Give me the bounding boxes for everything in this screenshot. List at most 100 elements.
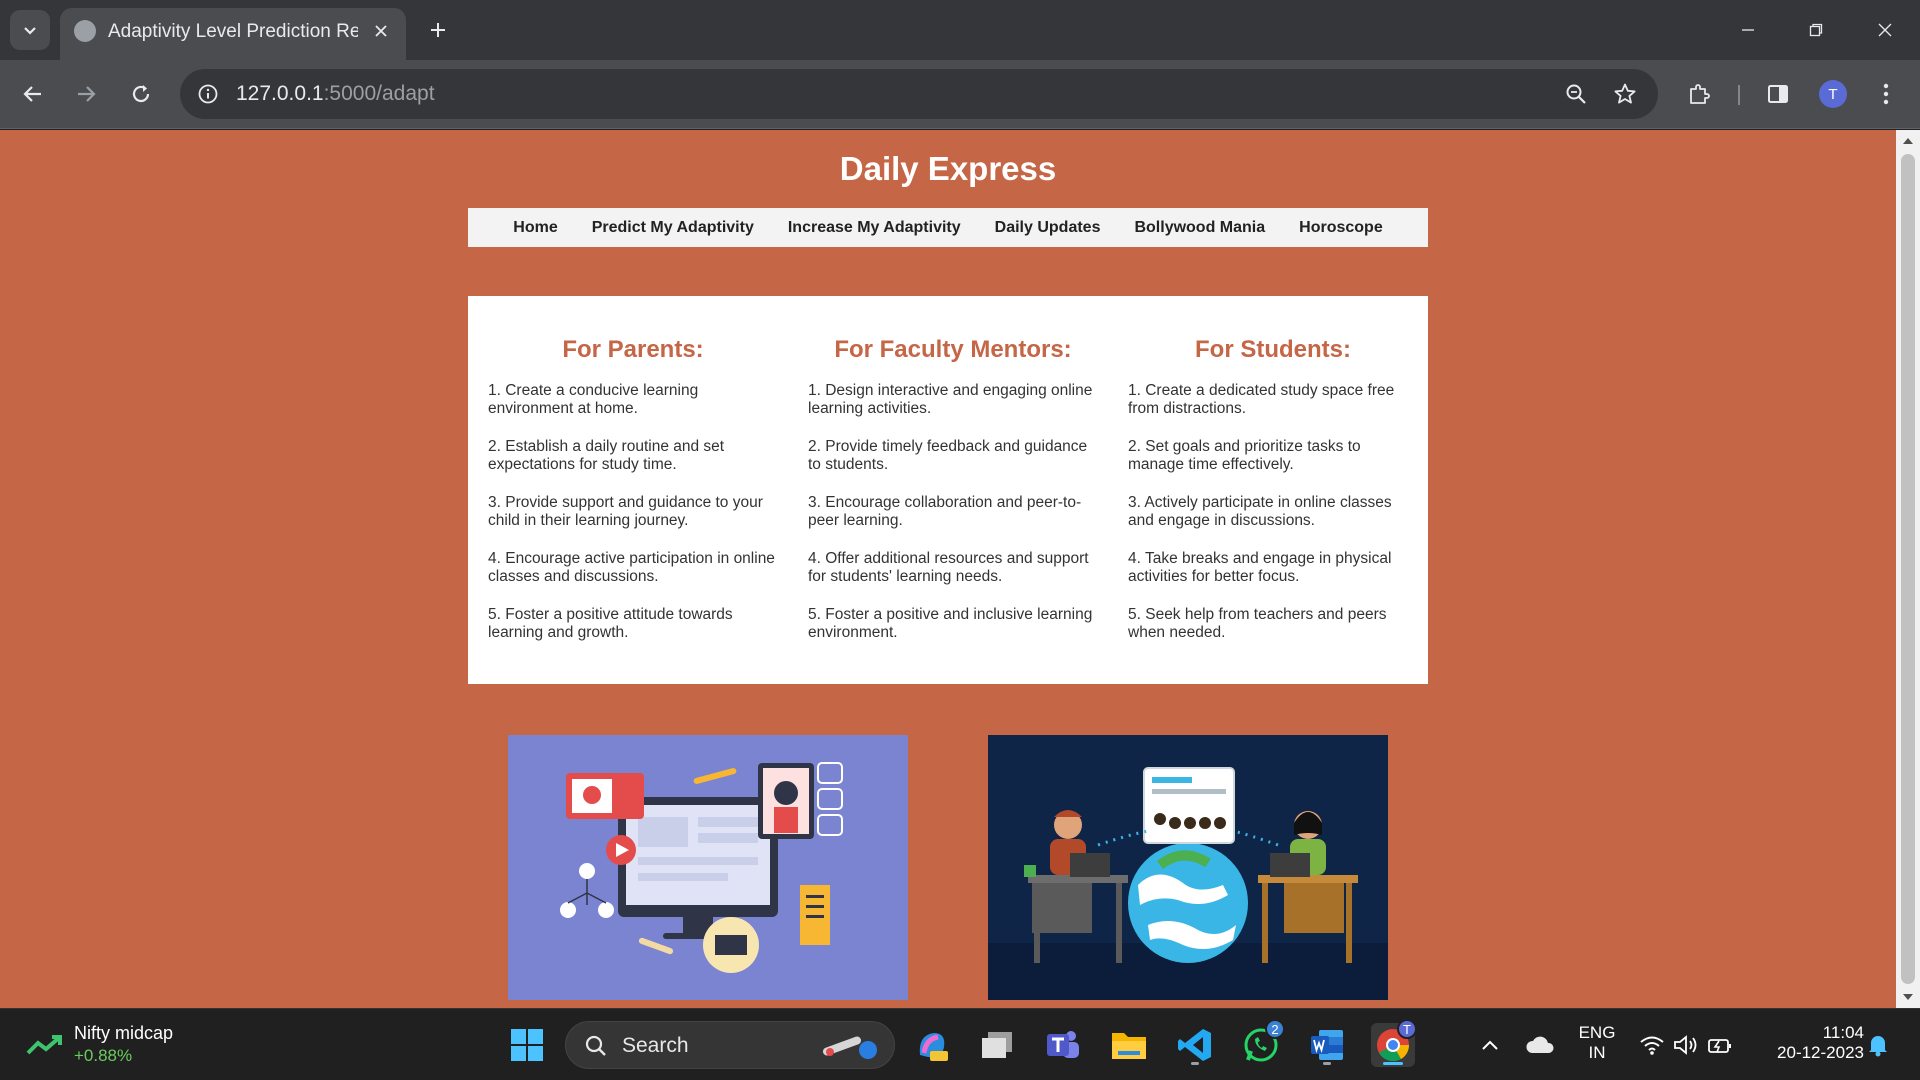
mentors-heading: For Faculty Mentors:: [834, 336, 1072, 363]
parents-tip: 1. Create a conducive learning environme…: [488, 382, 699, 417]
page-scrollbar[interactable]: [1896, 130, 1920, 1008]
parents-tip: 4. Encourage active participation in onl…: [488, 550, 775, 585]
nav-home[interactable]: Home: [496, 208, 574, 247]
reload-icon: [132, 85, 150, 103]
search-icon: [585, 1035, 606, 1056]
back-button[interactable]: [13, 74, 53, 114]
bookmark-button[interactable]: [1609, 78, 1641, 110]
mentors-tip: 5. Foster a positive and inclusive learn…: [808, 606, 1093, 641]
globe-icon: [74, 20, 96, 42]
wifi-icon: [1640, 1036, 1664, 1055]
onedrive-button[interactable]: [1518, 1023, 1562, 1067]
students-column: For Students: 1. Create a dedicated stud…: [1128, 336, 1418, 662]
clock[interactable]: 11:04 20-12-2023: [1752, 1023, 1864, 1063]
search-highlight-icon: [822, 1036, 877, 1059]
chevron-up-icon: [1482, 1040, 1498, 1050]
task-view-app[interactable]: [975, 1023, 1019, 1067]
bell-icon: [1869, 1036, 1887, 1057]
browser-toolbar: 127.0.0.1:5000/adapt T: [0, 60, 1920, 129]
address-bar[interactable]: 127.0.0.1:5000/adapt: [180, 69, 1658, 119]
running-indicator: [1323, 1062, 1331, 1065]
nav-bollywood-mania[interactable]: Bollywood Mania: [1117, 208, 1282, 247]
url-text: 127.0.0.1:5000/adapt: [236, 82, 435, 106]
mentors-column: For Faculty Mentors: 1. Design interacti…: [808, 336, 1098, 662]
teams-app[interactable]: [1041, 1023, 1085, 1067]
quick-settings-button[interactable]: [1630, 1023, 1742, 1067]
file-explorer-app[interactable]: [1107, 1023, 1151, 1067]
mentors-tip: 1. Design interactive and engaging onlin…: [808, 382, 1093, 417]
students-tip: 3. Actively participate in online classe…: [1128, 494, 1392, 529]
language-code: ENG: [1578, 1023, 1616, 1042]
mentors-tip: 4. Offer additional resources and suppor…: [808, 550, 1089, 585]
toolbar-separator: [1738, 85, 1740, 105]
nav-horoscope[interactable]: Horoscope: [1282, 208, 1400, 247]
reload-button[interactable]: [121, 74, 161, 114]
puzzle-icon: [1690, 84, 1710, 104]
profile-button[interactable]: T: [1813, 74, 1853, 114]
kebab-menu-icon: [1883, 83, 1889, 105]
restore-icon: [1809, 23, 1823, 37]
trend-up-icon: [26, 1035, 62, 1055]
vscode-app[interactable]: [1173, 1023, 1217, 1067]
info-icon: [198, 84, 218, 104]
forward-button[interactable]: [66, 74, 106, 114]
language-indicator[interactable]: ENG IN: [1572, 1023, 1622, 1063]
remote-learning-illustration: [988, 735, 1388, 1000]
url-path: :5000/adapt: [323, 82, 435, 105]
students-tip: 5. Seek help from teachers and peers whe…: [1128, 606, 1387, 641]
avatar: T: [1819, 80, 1847, 108]
copilot-app[interactable]: [910, 1023, 954, 1067]
zoom-out-icon: [1566, 84, 1586, 104]
plus-icon: [431, 23, 445, 37]
restore-button[interactable]: [1791, 10, 1841, 50]
site-title: Daily Express: [839, 150, 1057, 187]
chevron-down-icon: [24, 27, 36, 35]
search-label: Search: [622, 1034, 689, 1057]
site-info-button[interactable]: [192, 78, 224, 110]
whatsapp-app[interactable]: 2: [1239, 1019, 1285, 1067]
nav-daily-updates[interactable]: Daily Updates: [978, 208, 1118, 247]
browser-tab-strip: Adaptivity Level Prediction Resu: [0, 0, 1920, 60]
close-icon: [1878, 23, 1892, 37]
students-tip: 1. Create a dedicated study space free f…: [1128, 382, 1395, 417]
windows-logo-icon: [511, 1029, 543, 1061]
zoom-button[interactable]: [1560, 78, 1592, 110]
minimize-icon: [1742, 29, 1754, 31]
new-tab-button[interactable]: [420, 12, 456, 48]
nav-increase-adaptivity[interactable]: Increase My Adaptivity: [771, 208, 978, 247]
scrollbar-thumb[interactable]: [1901, 154, 1915, 984]
side-panel-button[interactable]: [1758, 74, 1798, 114]
students-heading: For Students:: [1195, 336, 1351, 363]
cloud-icon: [1526, 1036, 1554, 1053]
windows-taskbar: Nifty midcap +0.88% Search 2 T ENG IN 11…: [0, 1008, 1920, 1080]
active-indicator: [1383, 1062, 1403, 1065]
show-hidden-icons-button[interactable]: [1468, 1023, 1512, 1067]
volume-icon: [1674, 1035, 1697, 1055]
scroll-down-button[interactable]: [1896, 988, 1920, 1008]
taskbar-search[interactable]: Search: [565, 1021, 895, 1069]
start-button[interactable]: [505, 1023, 549, 1067]
online-learning-illustration: [508, 735, 908, 1000]
caret-up-icon: [1903, 138, 1913, 144]
close-window-button[interactable]: [1860, 10, 1910, 50]
browser-tab[interactable]: Adaptivity Level Prediction Resu: [60, 8, 406, 60]
word-icon: [1311, 1030, 1343, 1060]
clock-time: 11:04: [1822, 1023, 1864, 1042]
tips-card: For Parents: 1. Create a conducive learn…: [468, 296, 1428, 684]
task-view-icon: [982, 1032, 1012, 1058]
tab-close-button[interactable]: [368, 18, 394, 44]
region-code: IN: [1588, 1043, 1606, 1062]
parents-tip: 3. Provide support and guidance to your …: [488, 494, 763, 529]
menu-button[interactable]: [1866, 74, 1906, 114]
scroll-up-button[interactable]: [1896, 130, 1920, 150]
minimize-button[interactable]: [1723, 10, 1773, 50]
url-host: 127.0.0.1: [236, 82, 324, 105]
notifications-button[interactable]: [1856, 1023, 1900, 1067]
nav-predict-adaptivity[interactable]: Predict My Adaptivity: [575, 208, 771, 247]
parents-heading: For Parents:: [562, 336, 704, 363]
tab-list-button[interactable]: [10, 10, 50, 50]
extensions-button[interactable]: [1679, 74, 1719, 114]
stock-widget[interactable]: Nifty midcap +0.88%: [26, 1019, 226, 1071]
chrome-app[interactable]: T: [1371, 1019, 1417, 1067]
word-app[interactable]: [1305, 1023, 1349, 1067]
